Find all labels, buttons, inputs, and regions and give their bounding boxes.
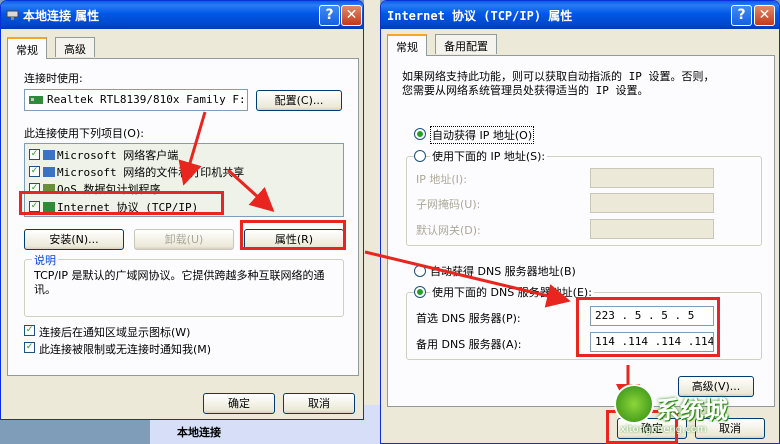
auto-ip-label: 自动获得 IP 地址(O)	[430, 126, 535, 144]
right-dialog-title: Internet 协议 (TCP/IP) 属性	[387, 9, 573, 23]
adapter-field: Realtek RTL8139/810x Family F:	[24, 89, 248, 111]
uninstall-button[interactable]: 卸载(U)	[134, 229, 234, 250]
watermark-url: xitongcheng.com	[620, 424, 707, 435]
annotation-box-tcpip-item	[19, 191, 224, 215]
subnet-label: 子网掩码(U):	[416, 198, 481, 211]
tab-advanced[interactable]: 高级	[55, 37, 95, 57]
left-ok-button[interactable]: 确定	[203, 393, 275, 414]
notify-limited-label: 此连接被限制或无连接时通知我(M)	[39, 343, 212, 356]
ip-address-field[interactable]	[590, 168, 714, 188]
close-button[interactable]: ✕	[341, 5, 362, 26]
item-checkbox[interactable]: ✓	[29, 149, 40, 160]
preferred-dns-label: 首选 DNS 服务器(P):	[416, 312, 521, 325]
auto-dns-label: 自动获得 DNS 服务器地址(B)	[430, 265, 576, 278]
tab-general[interactable]: 常规	[7, 37, 47, 59]
alternate-dns-label: 备用 DNS 服务器(A):	[416, 338, 522, 351]
auto-ip-radio[interactable]	[414, 128, 426, 140]
subnet-field[interactable]	[590, 193, 714, 213]
tab-general[interactable]: 常规	[387, 34, 427, 56]
auto-dns-radio[interactable]	[414, 265, 426, 277]
connect-using-label: 连接时使用:	[24, 72, 83, 85]
notify-limited-checkbox[interactable]: ✓	[24, 342, 35, 353]
configure-button[interactable]: 配置(C)...	[256, 90, 342, 111]
left-titlebar[interactable]: 本地连接 属性 ? ✕	[1, 1, 363, 29]
left-tabpage: 连接时使用: Realtek RTL8139/810x Family F: 配置…	[7, 58, 359, 376]
right-titlebar[interactable]: Internet 协议 (TCP/IP) 属性 ? ✕	[381, 1, 779, 29]
description-label: 说明	[32, 252, 58, 268]
manual-ip-radio[interactable]	[414, 150, 426, 162]
left-cancel-button[interactable]: 取消	[283, 393, 355, 414]
network-connection-icon	[6, 10, 19, 20]
watermark-logo	[614, 384, 654, 424]
gateway-label: 默认网关(D):	[416, 224, 481, 237]
item-checkbox[interactable]: ✓	[29, 166, 40, 177]
left-dialog-title: 本地连接 属性	[23, 9, 100, 23]
install-button[interactable]: 安装(N)...	[24, 229, 124, 250]
file-share-icon	[43, 167, 55, 177]
adapter-name: Realtek RTL8139/810x Family F:	[47, 93, 246, 106]
watermark-text: 系统城	[656, 396, 728, 424]
notify-icon-label: 连接后在通知区域显示图标(W)	[39, 326, 191, 339]
background-window-strip	[364, 0, 380, 444]
network-adapter-icon	[29, 96, 43, 104]
manual-ip-label: 使用下面的 IP 地址(S):	[430, 148, 548, 164]
annotation-box-properties-button	[240, 220, 346, 250]
item-label: Microsoft 网络客户端	[57, 149, 179, 162]
gateway-field[interactable]	[590, 219, 714, 239]
manual-dns-label: 使用下面的 DNS 服务器地址(E):	[430, 284, 594, 300]
help-button[interactable]: ?	[731, 5, 752, 26]
item-label: Microsoft 网络的文件和打印机共享	[57, 166, 245, 179]
background-panel-title: 本地连接	[177, 426, 221, 439]
tab-alternate-config[interactable]: 备用配置	[435, 34, 497, 54]
annotation-box-dns-fields	[576, 297, 720, 357]
help-button[interactable]: ?	[319, 5, 340, 26]
close-button[interactable]: ✕	[754, 5, 775, 26]
description-text: TCP/IP 是默认的广域网协议。它提供跨越多种互联网络的通讯。	[34, 269, 325, 296]
items-label: 此连接使用下列项目(O):	[24, 127, 144, 140]
notify-icon-checkbox[interactable]: ✓	[24, 325, 35, 336]
network-client-icon	[43, 150, 55, 160]
intro-line-2: 您需要从网络系统管理员处获得适当的 IP 设置。	[402, 84, 649, 97]
ip-address-label: IP 地址(I):	[416, 173, 467, 186]
tcpip-properties-dialog: Internet 协议 (TCP/IP) 属性 ? ✕ 常规 备用配置 如果网络…	[380, 0, 780, 444]
manual-dns-radio[interactable]	[414, 286, 426, 298]
